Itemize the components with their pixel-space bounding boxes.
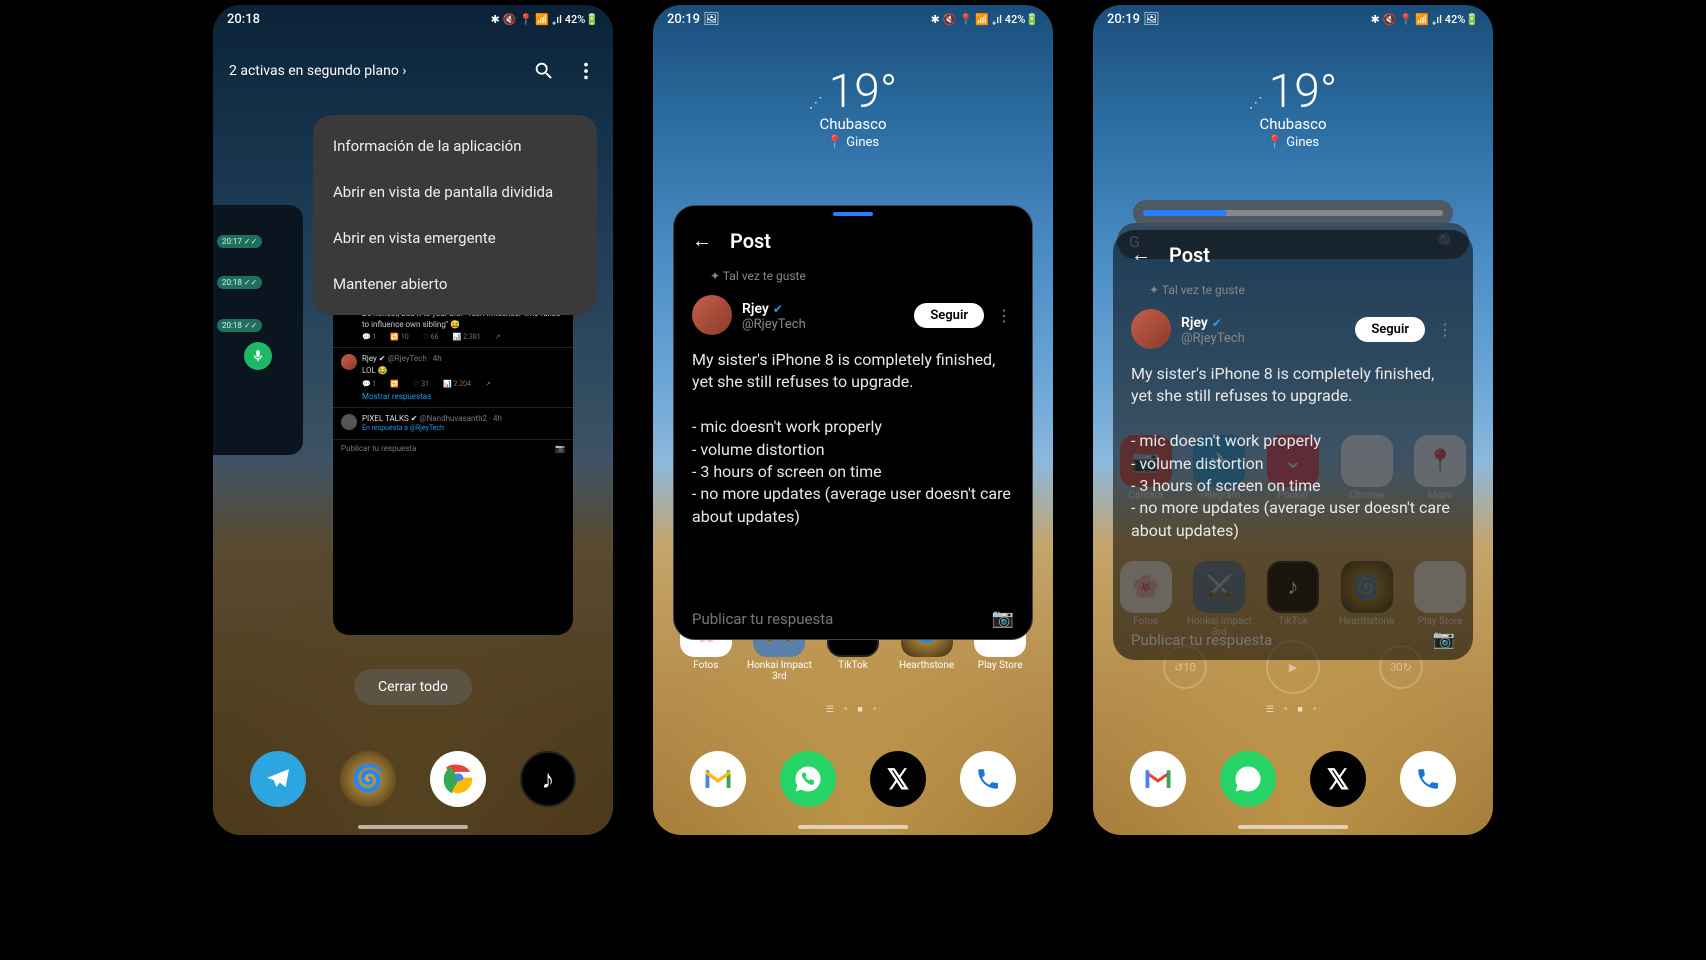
status-icons: ✱ 🔇 📍 📶 ₊ıl 42%🔋 [931,13,1039,26]
suggest-label: Tal vez te guste [1113,279,1473,305]
camera-icon[interactable]: 📷 [992,608,1014,629]
post-more-icon[interactable]: ⋮ [1435,320,1455,339]
msg-time: 20:18 ✓✓ [217,319,262,332]
status-icons: ✱ 🔇 📍 📶 ₊ıl 42%🔋 [1371,13,1479,26]
verified-icon: ✔ [1212,316,1222,330]
reply-placeholder-mini[interactable]: Publicar tu respuesta [341,444,416,453]
weather-location: 📍 Gines [653,135,1053,150]
msg-time: 20:17 ✓✓ [217,235,262,248]
app-hearthstone[interactable]: 🌀 [340,751,396,807]
nav-bar[interactable] [1238,825,1348,829]
menu-popup-view[interactable]: Abrir en vista emergente [313,215,597,261]
app-whatsapp[interactable] [1220,751,1276,807]
user-name[interactable]: Rjey [742,301,769,317]
phone-screen-1: 20:18 ✱ 🔇 📍 📶 ₊ıl 42%🔋 2 activas en segu… [213,5,613,835]
page-indicator[interactable]: ☰ • ■ • [653,704,1053,715]
dock: 𝕏 [1093,751,1493,807]
back-icon[interactable]: ← [692,228,712,253]
post-body: My sister's iPhone 8 is completely finis… [674,339,1032,538]
status-time: 20:18 [227,12,260,27]
popup-title: Post [1169,243,1210,267]
weather-temp: 19° [829,65,897,119]
weather-temp: 19° [1269,65,1337,119]
app-x[interactable]: 𝕏 [1310,751,1366,807]
user-name[interactable]: Rjey [1181,315,1208,331]
side-app-whatsapp[interactable]: 20:17 ✓✓ 20:18 ✓✓ 20:18 ✓✓ [213,205,303,455]
tweet-item[interactable]: PIXEL TALKS ✔ @Nandhuvasanth2 · 4hEn res… [333,408,573,440]
status-bar: 20:18 ✱ 🔇 📍 📶 ₊ıl 42%🔋 [213,5,613,33]
reply-input[interactable]: Publicar tu respuesta [692,610,833,628]
nav-bar[interactable] [798,825,908,829]
menu-split-view[interactable]: Abrir en vista de pantalla dividida [313,169,597,215]
popup-title: Post [730,229,771,253]
more-icon[interactable] [575,60,597,82]
close-all-button[interactable]: Cerrar todo [354,669,472,705]
context-menu: Información de la aplicación Abrir en vi… [313,115,597,315]
tweet-item[interactable]: Rjey ✔ @RjeyTech · 4hLOL 😂 💬 1🔁♡ 31📊 2.2… [333,348,573,408]
background-apps-link[interactable]: 2 activas en segundo plano › [229,63,406,79]
weather-condition: Chubasco [653,115,1053,133]
app-gmail[interactable] [690,751,746,807]
app-x[interactable]: 𝕏 [870,751,926,807]
recents-header: 2 activas en segundo plano › [213,60,613,82]
phone-screen-2: 20:19 🖼 ✱ 🔇 📍 📶 ₊ıl 42%🔋 ⋰19° Chubasco 📍… [653,5,1053,835]
menu-app-info[interactable]: Información de la aplicación [313,123,597,169]
verified-icon: ✔ [773,302,783,316]
slider-fill [1143,210,1227,216]
app-telegram[interactable] [250,751,306,807]
dock: 🌀 ♪ [213,751,613,807]
weather-location: 📍 Gines [1093,135,1493,150]
app-chrome[interactable] [430,751,486,807]
user-handle[interactable]: @RjeyTech [742,317,904,332]
nav-bar[interactable] [358,825,468,829]
post-more-icon[interactable]: ⋮ [994,306,1014,325]
app-whatsapp[interactable] [780,751,836,807]
back-icon[interactable]: ← [1131,242,1151,267]
opacity-slider[interactable] [1133,200,1453,226]
reply-input[interactable]: Publicar tu respuesta [1131,631,1272,649]
status-time: 20:19 🖼 [667,12,720,27]
follow-button[interactable]: Seguir [914,303,984,328]
page-indicator[interactable]: ☰ • ■ • [1093,704,1493,715]
status-time: 20:19 🖼 [1107,12,1160,27]
app-phone[interactable] [960,751,1016,807]
search-icon[interactable] [533,60,555,82]
mic-button[interactable] [244,342,272,370]
follow-button[interactable]: Seguir [1355,317,1425,342]
camera-icon[interactable]: 📷 [1433,629,1455,650]
avatar[interactable] [1131,309,1171,349]
app-gmail[interactable] [1130,751,1186,807]
status-bar: 20:19 🖼 ✱ 🔇 📍 📶 ₊ıl 42%🔋 [1093,5,1493,33]
weather-widget[interactable]: ⋰19° Chubasco 📍 Gines [1093,65,1493,150]
show-replies-link[interactable]: Mostrar respuestas [341,388,565,401]
user-handle[interactable]: @RjeyTech [1181,331,1345,346]
phone-screen-3: 20:19 🖼 ✱ 🔇 📍 📶 ₊ıl 42%🔋 ⋰19° Chubasco 📍… [1093,5,1493,835]
status-icons: ✱ 🔇 📍 📶 ₊ıl 42%🔋 [491,13,599,26]
dock: 𝕏 [653,751,1053,807]
app-tiktok[interactable]: ♪ [520,751,576,807]
menu-keep-open[interactable]: Mantener abierto [313,261,597,307]
post-body: My sister's iPhone 8 is completely finis… [1113,353,1473,552]
avatar[interactable] [692,295,732,335]
weather-widget[interactable]: ⋰19° Chubasco 📍 Gines [653,65,1053,150]
popup-window[interactable]: ← Post Tal vez te guste Rjey ✔ @RjeyTech… [673,205,1033,640]
msg-time: 20:18 ✓✓ [217,276,262,289]
status-bar: 20:19 🖼 ✱ 🔇 📍 📶 ₊ıl 42%🔋 [653,5,1053,33]
suggest-label: Tal vez te guste [674,265,1032,291]
weather-condition: Chubasco [1093,115,1493,133]
popup-window-transparent[interactable]: ← Post Tal vez te guste Rjey ✔ @RjeyTech… [1113,230,1473,660]
app-phone[interactable] [1400,751,1456,807]
